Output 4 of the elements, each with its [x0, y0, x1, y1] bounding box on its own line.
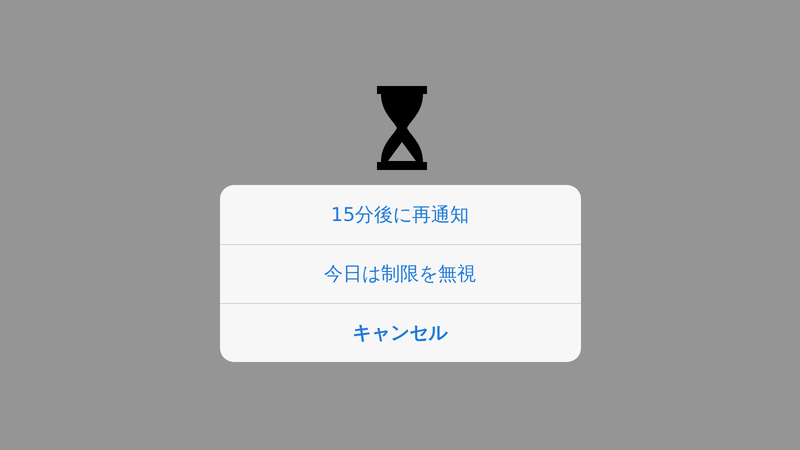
cancel-button[interactable]: キャンセル [220, 303, 580, 362]
action-button[interactable]: 今日は制限を無視 [220, 244, 580, 303]
hourglass-icon [375, 86, 429, 170]
action-button[interactable]: 15分後に再通知 [220, 185, 580, 244]
